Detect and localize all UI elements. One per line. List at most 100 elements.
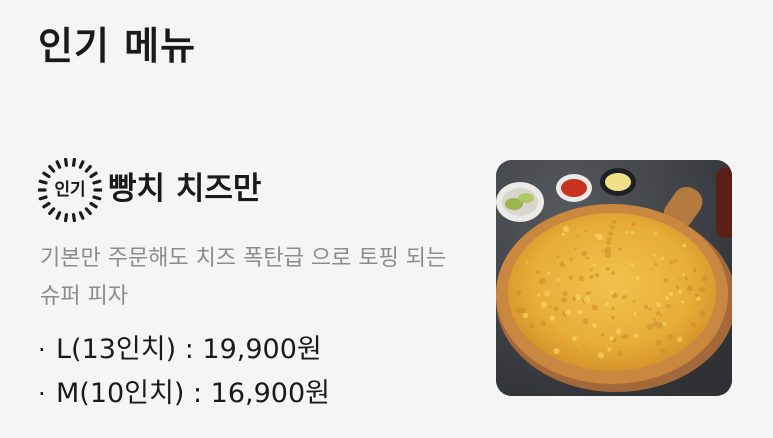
cheese-spot bbox=[610, 225, 615, 230]
menu-item-image[interactable] bbox=[496, 160, 732, 396]
cheese-spot bbox=[561, 297, 567, 303]
cheese-spot bbox=[665, 296, 669, 301]
cheese-spot bbox=[618, 247, 623, 251]
cheese-spot bbox=[633, 333, 638, 339]
cheese-spot bbox=[598, 352, 605, 359]
cheese-spot bbox=[562, 226, 570, 233]
cheese-spot bbox=[637, 313, 639, 316]
cheese-spot bbox=[585, 291, 590, 296]
cheese-spot bbox=[692, 268, 697, 273]
bullet: · bbox=[38, 380, 46, 408]
cheese-spot bbox=[600, 333, 605, 337]
cheese-spot bbox=[548, 305, 552, 309]
cheese-spot bbox=[660, 257, 664, 261]
cheese-spot bbox=[684, 276, 689, 281]
cheese-spot bbox=[699, 287, 705, 293]
cheese-spot bbox=[653, 318, 656, 321]
cheese-spot bbox=[522, 307, 525, 310]
cheese-spot bbox=[564, 261, 567, 265]
menu-item-name: 빵치 치즈만 bbox=[108, 171, 262, 207]
cheese-spot bbox=[682, 272, 686, 276]
cheese-spot bbox=[577, 309, 583, 315]
cheese-spot bbox=[596, 233, 603, 241]
cheese-spot bbox=[631, 221, 637, 227]
price-item-medium: · M(10인치) : 16,900원 bbox=[38, 372, 330, 416]
cheese-spot bbox=[540, 301, 547, 309]
cheese-spot bbox=[562, 291, 568, 297]
cheese-spot bbox=[553, 306, 559, 311]
cheese-spot bbox=[687, 292, 691, 295]
cheese-spot bbox=[660, 348, 666, 354]
cheese-spot bbox=[622, 294, 627, 300]
price-list: · L(13인치) : 19,900원 · M(10인치) : 16,900원 bbox=[38, 328, 330, 416]
cheese-spot bbox=[609, 336, 614, 341]
cheese-spot bbox=[611, 271, 616, 276]
price-text: L(13인치) : 19,900원 bbox=[56, 334, 322, 365]
cheese-spot bbox=[646, 323, 654, 330]
cheese-spot bbox=[693, 324, 697, 328]
price-item-large: · L(13인치) : 19,900원 bbox=[38, 328, 330, 372]
cheese-spot bbox=[591, 304, 598, 311]
cheese-spot bbox=[561, 232, 565, 236]
cheese-spot bbox=[575, 294, 581, 300]
cheese-spot bbox=[666, 304, 671, 309]
bullet: · bbox=[38, 336, 46, 364]
cheese-spot bbox=[582, 344, 585, 347]
cheese-spot bbox=[656, 302, 661, 308]
cheese-spot bbox=[622, 334, 628, 340]
cheese-spot bbox=[696, 296, 701, 301]
cheese-spot bbox=[699, 310, 706, 318]
cheese-spot bbox=[516, 289, 522, 296]
cheese-spot bbox=[569, 257, 573, 262]
cheese-spot bbox=[609, 290, 614, 295]
cheese-spot bbox=[568, 275, 574, 281]
cheese-spot bbox=[630, 230, 635, 235]
section-title: 인기 메뉴 bbox=[38, 24, 197, 68]
cheese-spot bbox=[589, 268, 593, 272]
cheese-spot bbox=[529, 323, 534, 329]
cheese-spot bbox=[583, 296, 591, 303]
cheese-spot bbox=[556, 255, 559, 258]
price-text: M(10인치) : 16,900원 bbox=[56, 378, 330, 409]
cheese-spot bbox=[656, 311, 660, 316]
cheese-spot bbox=[611, 306, 615, 311]
cheese-spot bbox=[632, 300, 636, 303]
cheese-spot bbox=[653, 254, 656, 257]
cheese-spot bbox=[677, 336, 683, 343]
cheese-spot bbox=[607, 347, 612, 352]
cheese-spot bbox=[667, 333, 674, 340]
cheese-spot bbox=[594, 272, 600, 278]
cheese-spot bbox=[651, 268, 654, 271]
cheese-spot bbox=[669, 260, 674, 265]
cheese-spot bbox=[654, 262, 658, 266]
cheese-spot bbox=[618, 350, 621, 353]
cheese-spot bbox=[633, 312, 638, 316]
cheese-spot bbox=[630, 263, 634, 267]
cheese-spot bbox=[559, 261, 566, 267]
cheese-spot bbox=[690, 287, 693, 290]
cheese-spot bbox=[678, 277, 682, 280]
cheese-spot bbox=[654, 232, 657, 235]
popular-badge: 인기 bbox=[38, 158, 102, 222]
cheese-spot bbox=[652, 321, 659, 327]
cheese-spot bbox=[660, 313, 663, 317]
cheese-pizza-photo-icon bbox=[496, 160, 732, 396]
cheese-spot bbox=[586, 256, 589, 260]
cheese-spot bbox=[547, 271, 550, 275]
cheese-spot bbox=[584, 229, 588, 233]
cheese-spot bbox=[621, 335, 624, 338]
cheese-spot bbox=[592, 323, 597, 328]
cheese-spot bbox=[576, 235, 579, 238]
cheese-spot bbox=[605, 266, 610, 271]
cheese-spot bbox=[592, 263, 596, 267]
cheese-spot bbox=[673, 259, 678, 263]
cheese-spot bbox=[662, 321, 667, 326]
cheese-spot bbox=[522, 312, 529, 319]
cheese-spot bbox=[589, 274, 594, 279]
menu-item-card[interactable]: 인기 빵치 치즈만 기본만 주문해도 치즈 폭탄급 으로 토핑 되는 슈퍼 피자… bbox=[0, 150, 773, 410]
cheese-spot bbox=[701, 275, 708, 282]
cheese-spot bbox=[675, 286, 679, 290]
cheese-spot bbox=[515, 307, 522, 314]
popular-menu-page: 인기 메뉴 인기 빵치 치즈만 기본만 주문해도 치즈 폭탄급 으로 토핑 되는… bbox=[0, 0, 773, 438]
cheese-spot bbox=[526, 261, 529, 264]
